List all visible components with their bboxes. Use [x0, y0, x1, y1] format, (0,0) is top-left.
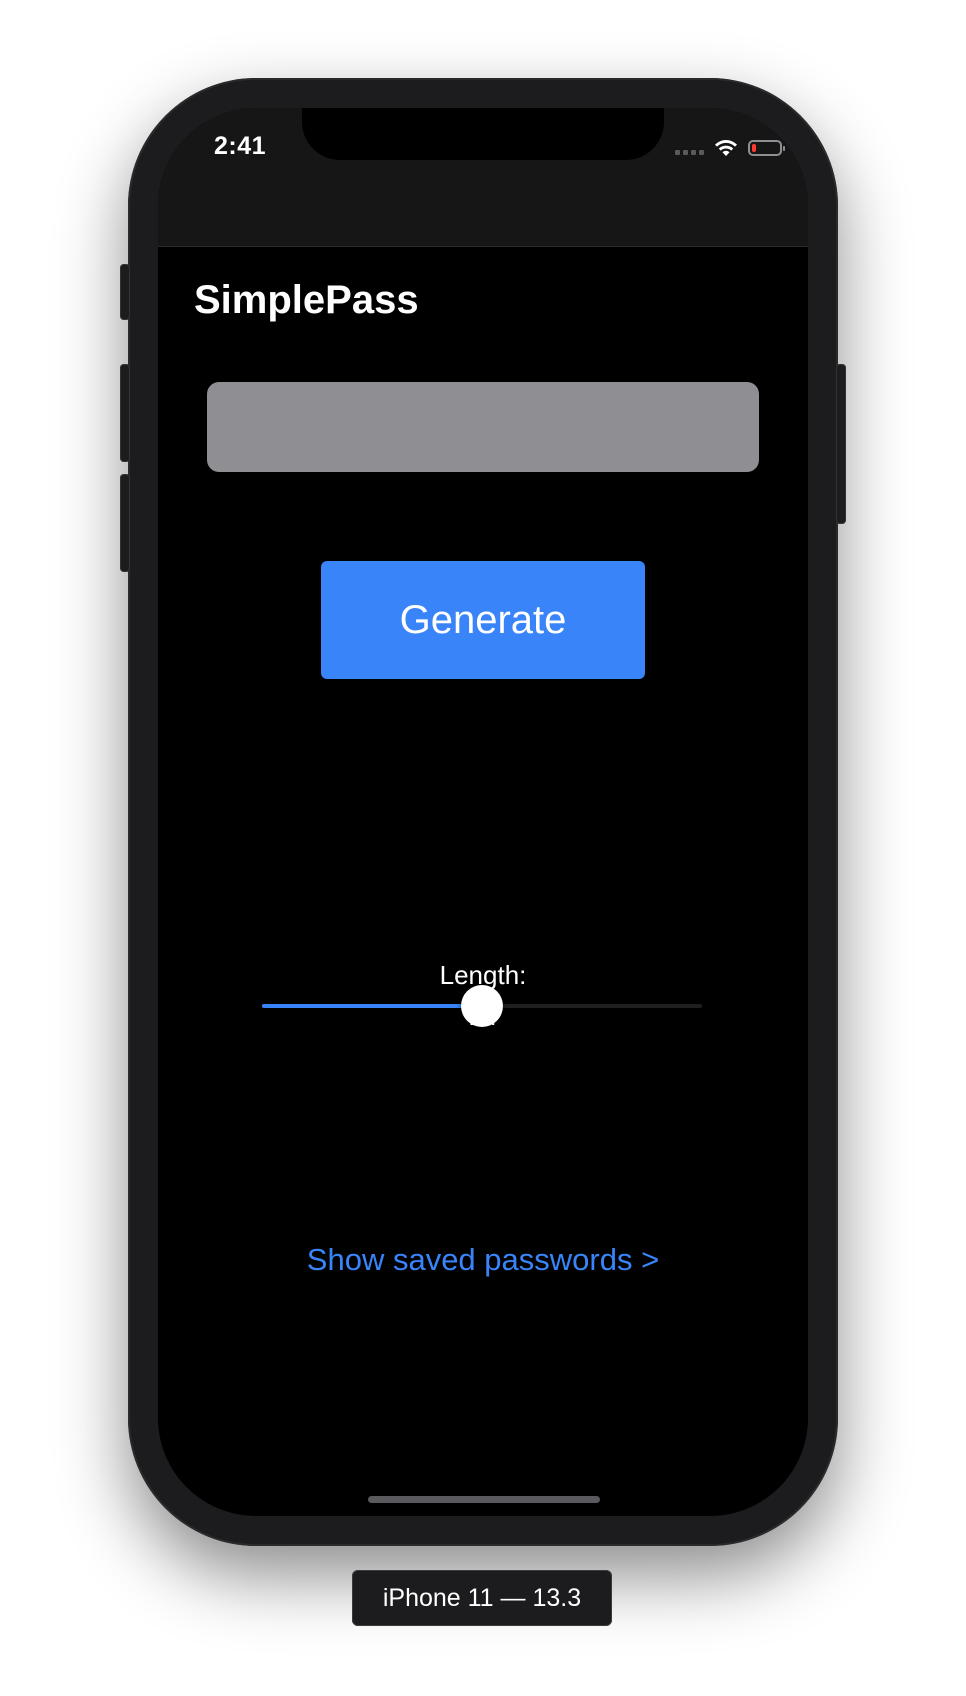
power-button	[836, 364, 846, 524]
device-label: iPhone 11 — 13.3	[352, 1570, 612, 1626]
generate-button[interactable]: Generate	[321, 561, 645, 679]
password-field[interactable]	[207, 382, 759, 472]
app-title: SimplePass	[194, 278, 419, 322]
simulator-stage: 2:41 SimplePass Generate Length: 14 Show…	[0, 0, 966, 1696]
status-icons	[675, 136, 785, 160]
mute-switch	[120, 264, 130, 320]
navigation-bar: 2:41	[158, 108, 808, 247]
notch	[302, 108, 664, 160]
volume-down-button	[120, 474, 130, 572]
phone-screen: 2:41 SimplePass Generate Length: 14 Show…	[158, 108, 808, 1516]
volume-up-button	[120, 364, 130, 462]
length-value: 14	[468, 1001, 498, 1031]
home-indicator	[368, 1496, 600, 1503]
length-label: Length:	[439, 960, 527, 990]
signal-dots-icon	[675, 141, 704, 155]
wifi-icon	[715, 140, 737, 156]
battery-icon	[748, 140, 785, 156]
battery-level	[752, 144, 756, 152]
status-time: 2:41	[214, 132, 267, 160]
show-saved-passwords-link[interactable]: Show saved passwords >	[158, 1242, 808, 1278]
